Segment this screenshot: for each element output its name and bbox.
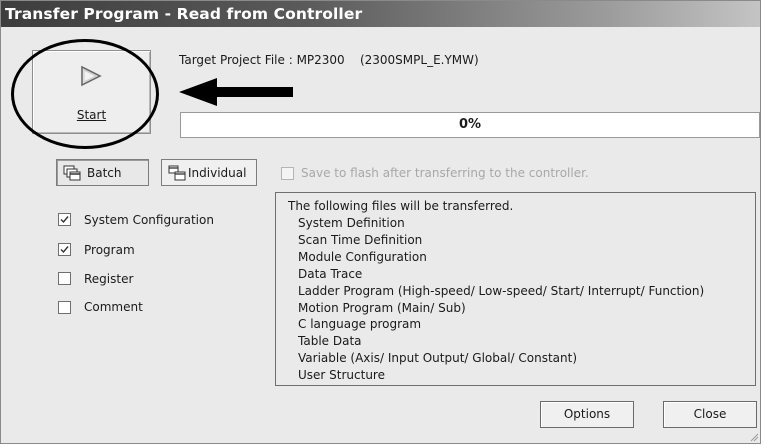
list-item: Table Data [298, 334, 362, 349]
batch-windows-icon [63, 165, 81, 180]
files-header: The following files will be transferred. [288, 199, 514, 213]
checkmark-icon [60, 246, 69, 254]
list-item: C language program [298, 317, 422, 332]
window-title: Transfer Program - Read from Controller [1, 1, 760, 27]
list-item: Scan Time Definition [298, 232, 423, 247]
transfer-files-box: The following files will be transferred.… [275, 192, 756, 386]
target-project-label: Target Project File : MP2300 (2300SMPL_E… [179, 53, 479, 67]
checkmark-icon [60, 216, 69, 224]
resize-grip-icon[interactable] [749, 432, 759, 442]
save-to-flash-checkbox[interactable] [281, 167, 294, 180]
system-configuration-checkbox[interactable] [58, 213, 71, 226]
left-arrow-icon [179, 78, 293, 106]
individual-button[interactable]: Individual [161, 159, 257, 186]
list-item: Motion Program (Main/ Sub) [298, 300, 466, 315]
highlight-circle [11, 39, 159, 149]
program-label: Program [84, 243, 135, 257]
options-button[interactable]: Options [540, 401, 634, 428]
list-item: Module Configuration [298, 249, 427, 264]
register-checkbox[interactable] [58, 272, 71, 285]
individual-windows-icon [168, 165, 186, 180]
list-item: Ladder Program (High-speed/ Low-speed/ S… [298, 283, 705, 298]
save-to-flash-label: Save to flash after transferring to the … [301, 166, 589, 180]
comment-label: Comment [84, 300, 143, 314]
progress-bar: 0% [180, 112, 760, 138]
list-item: Data Trace [298, 266, 363, 281]
list-item: System Definition [298, 216, 405, 230]
transfer-dialog: Transfer Program - Read from Controller … [0, 0, 761, 444]
comment-checkbox[interactable] [58, 301, 71, 314]
register-label: Register [84, 272, 134, 286]
system-configuration-label: System Configuration [84, 213, 214, 227]
close-button[interactable]: Close [663, 401, 757, 428]
batch-label: Batch [87, 165, 122, 180]
list-item: Variable (Axis/ Input Output/ Global/ Co… [298, 351, 578, 366]
individual-label: Individual [188, 165, 247, 180]
program-checkbox[interactable] [58, 243, 71, 256]
progress-text: 0% [458, 117, 482, 132]
files-list: System Definition Scan Time Definition M… [298, 215, 704, 384]
list-item: User Structure [298, 368, 385, 383]
batch-button[interactable]: Batch [56, 159, 149, 186]
